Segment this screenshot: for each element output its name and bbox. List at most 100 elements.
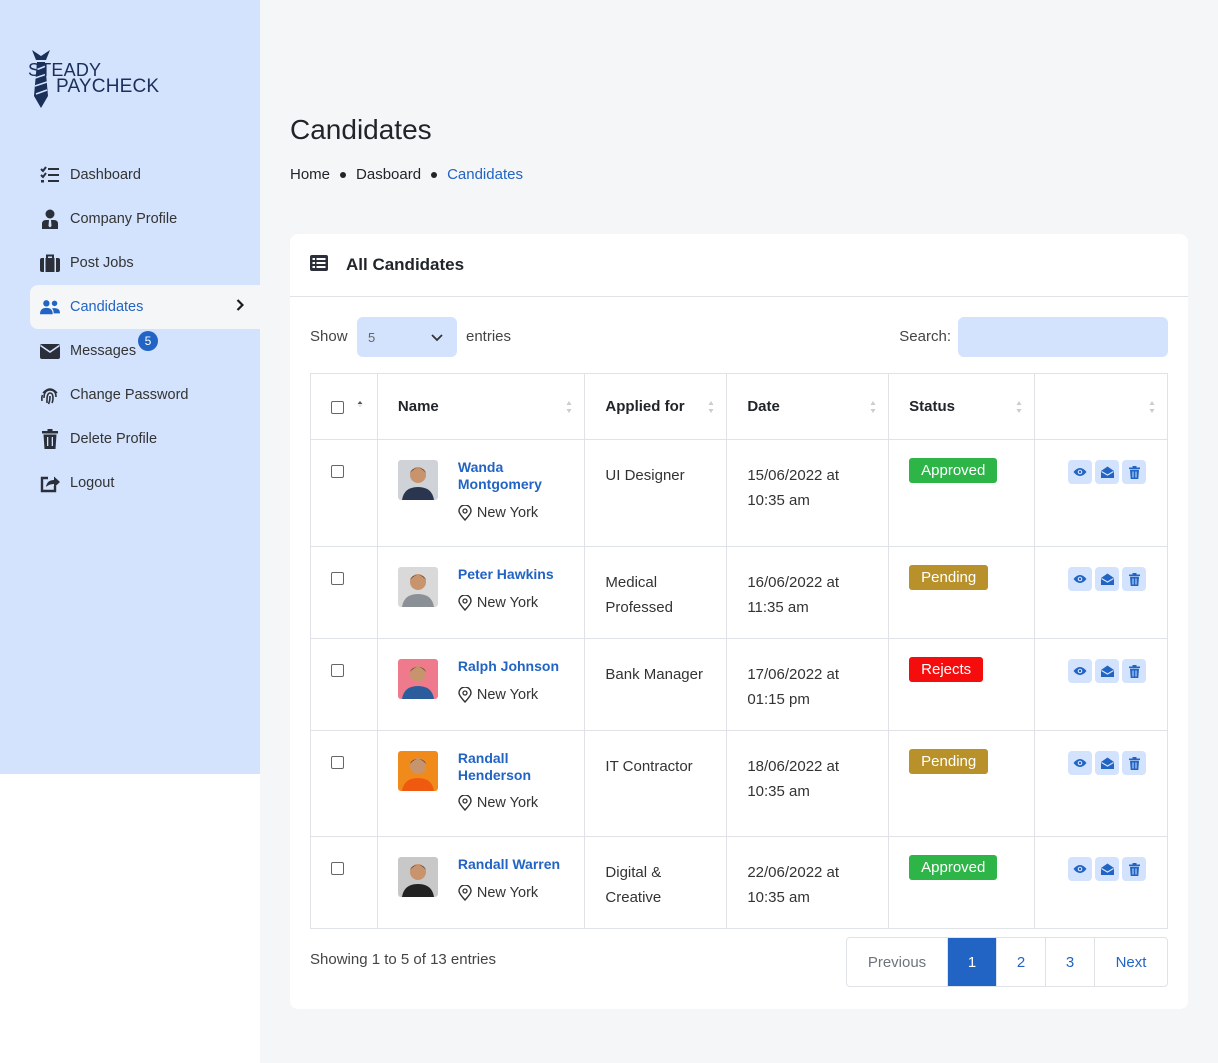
sidebar: STEADY PAYCHECK Dashboard Company Profil… bbox=[0, 0, 260, 774]
card-header: All Candidates bbox=[290, 234, 1188, 297]
candidates-card: All Candidates Show 5 entries Search: Na… bbox=[290, 234, 1188, 1009]
sidebar-item-candidates[interactable]: Candidates bbox=[30, 285, 260, 329]
row-actions bbox=[1068, 751, 1167, 775]
date-cell: 16/06/2022 at 11:35 am bbox=[726, 546, 890, 639]
brand-logo[interactable]: STEADY PAYCHECK bbox=[28, 48, 168, 110]
candidate-name-link[interactable]: Ralph Johnson bbox=[458, 658, 578, 675]
column-header-status[interactable]: Status bbox=[888, 373, 1036, 440]
status-cell: Approved bbox=[888, 836, 1036, 929]
status-cell: Approved bbox=[888, 439, 1036, 547]
search-label: Search: bbox=[899, 328, 951, 345]
sidebar-item-messages[interactable]: Messages 5 bbox=[30, 329, 260, 373]
candidate-name-link[interactable]: Randall Warren bbox=[458, 856, 578, 873]
row-actions bbox=[1068, 857, 1167, 881]
date-text: 17/06/2022 at 01:15 pm bbox=[747, 666, 840, 708]
actions-cell bbox=[1034, 546, 1168, 639]
view-button[interactable] bbox=[1068, 857, 1093, 881]
row-checkbox[interactable] bbox=[331, 572, 344, 585]
column-header-applied-for[interactable]: Applied for bbox=[584, 373, 728, 440]
status-badge: Rejects bbox=[909, 657, 984, 682]
entries-label: entries bbox=[466, 328, 512, 345]
sidebar-item-label: Company Profile bbox=[70, 211, 178, 227]
date-cell: 22/06/2022 at 10:35 am bbox=[726, 836, 890, 929]
status-cell: Pending bbox=[888, 546, 1036, 639]
row-checkbox[interactable] bbox=[331, 664, 344, 677]
view-button[interactable] bbox=[1068, 751, 1093, 775]
row-checkbox[interactable] bbox=[331, 862, 344, 875]
date-text: 16/06/2022 at 11:35 am bbox=[747, 574, 840, 616]
candidate-name-link[interactable]: Randall Henderson bbox=[458, 750, 578, 784]
pagination-next[interactable]: Next bbox=[1094, 938, 1167, 986]
sidebar-item-label: Candidates bbox=[70, 299, 144, 315]
eye-icon bbox=[1073, 575, 1087, 583]
column-header-date[interactable]: Date bbox=[726, 373, 890, 440]
sort-asc-icon bbox=[357, 401, 363, 407]
select-all-checkbox[interactable] bbox=[331, 400, 344, 414]
delete-button[interactable] bbox=[1122, 857, 1147, 881]
candidate-location: New York bbox=[458, 687, 538, 703]
date-cell: 17/06/2022 at 01:15 pm bbox=[726, 638, 890, 731]
envelope-open-icon bbox=[1100, 573, 1114, 585]
actions-cell bbox=[1034, 638, 1168, 731]
delete-button[interactable] bbox=[1122, 567, 1147, 591]
message-button[interactable] bbox=[1095, 857, 1120, 881]
avatar bbox=[397, 659, 438, 699]
row-checkbox[interactable] bbox=[331, 465, 344, 478]
row-checkbox-cell bbox=[310, 546, 378, 639]
sort-icon bbox=[870, 401, 876, 413]
table-list-icon bbox=[310, 254, 328, 276]
delete-button[interactable] bbox=[1122, 751, 1147, 775]
sort-icon bbox=[1016, 401, 1022, 413]
sidebar-item-post-jobs[interactable]: Post Jobs bbox=[30, 241, 260, 285]
map-pin-icon bbox=[458, 595, 477, 611]
view-button[interactable] bbox=[1068, 659, 1093, 683]
breadcrumb-current: Candidates bbox=[447, 166, 523, 183]
sidebar-item-company-profile[interactable]: Company Profile bbox=[30, 197, 260, 241]
table-row: Wanda Montgomery New York UI Designer 15/06… bbox=[310, 439, 1168, 547]
sidebar-nav: Dashboard Company Profile Post Jobs Cand… bbox=[30, 153, 260, 505]
sort-icon bbox=[708, 401, 714, 413]
actions-cell bbox=[1034, 439, 1168, 547]
sidebar-item-label: Delete Profile bbox=[70, 431, 158, 447]
message-button[interactable] bbox=[1095, 659, 1120, 683]
sidebar-item-logout[interactable]: Logout bbox=[30, 461, 260, 505]
view-button[interactable] bbox=[1068, 567, 1093, 591]
sidebar-item-delete-profile[interactable]: Delete Profile bbox=[30, 417, 260, 461]
sidebar-item-label: Dashboard bbox=[70, 167, 141, 183]
entries-per-page-select[interactable]: 5 bbox=[357, 317, 457, 357]
pagination-previous[interactable]: Previous bbox=[847, 938, 947, 986]
view-button[interactable] bbox=[1068, 460, 1093, 484]
column-header-label: Date bbox=[747, 398, 780, 415]
status-cell: Pending bbox=[888, 730, 1036, 837]
sidebar-item-change-password[interactable]: Change Password bbox=[30, 373, 260, 417]
status-badge: Pending bbox=[909, 749, 989, 774]
column-header-name[interactable]: Name bbox=[376, 373, 586, 440]
date-cell: 15/06/2022 at 10:35 am bbox=[726, 439, 890, 547]
message-button[interactable] bbox=[1095, 567, 1120, 591]
message-button[interactable] bbox=[1095, 751, 1120, 775]
candidate-name-link[interactable]: Wanda Montgomery bbox=[458, 459, 578, 493]
pagination-page-1[interactable]: 1 bbox=[947, 938, 996, 986]
search-input[interactable] bbox=[958, 317, 1168, 357]
pagination-page-3[interactable]: 3 bbox=[1045, 938, 1094, 986]
candidate-cell: Ralph Johnson New York bbox=[376, 638, 586, 731]
envelope-open-icon bbox=[1100, 665, 1114, 677]
brand-line2: PAYCHECK bbox=[56, 76, 160, 97]
avatar bbox=[397, 751, 438, 791]
message-button[interactable] bbox=[1095, 460, 1120, 484]
sidebar-item-dashboard[interactable]: Dashboard bbox=[30, 153, 260, 197]
applied-for-text: Digital & Creative bbox=[605, 864, 662, 906]
delete-button[interactable] bbox=[1122, 659, 1147, 683]
breadcrumb-dashboard[interactable]: Dasboard bbox=[356, 166, 421, 183]
delete-button[interactable] bbox=[1122, 460, 1147, 484]
table-header-row: Name Applied for Date Status bbox=[310, 373, 1168, 440]
candidate-location: New York bbox=[458, 505, 538, 521]
breadcrumb-home[interactable]: Home bbox=[290, 166, 330, 183]
row-checkbox[interactable] bbox=[331, 756, 344, 769]
candidate-name-link[interactable]: Peter Hawkins bbox=[458, 566, 578, 583]
breadcrumb-separator bbox=[340, 171, 347, 178]
breadcrumb: Home Dasboard Candidates bbox=[290, 166, 523, 183]
pagination-page-2[interactable]: 2 bbox=[996, 938, 1045, 986]
trash-icon bbox=[1128, 664, 1140, 678]
breadcrumb-separator bbox=[431, 171, 438, 178]
